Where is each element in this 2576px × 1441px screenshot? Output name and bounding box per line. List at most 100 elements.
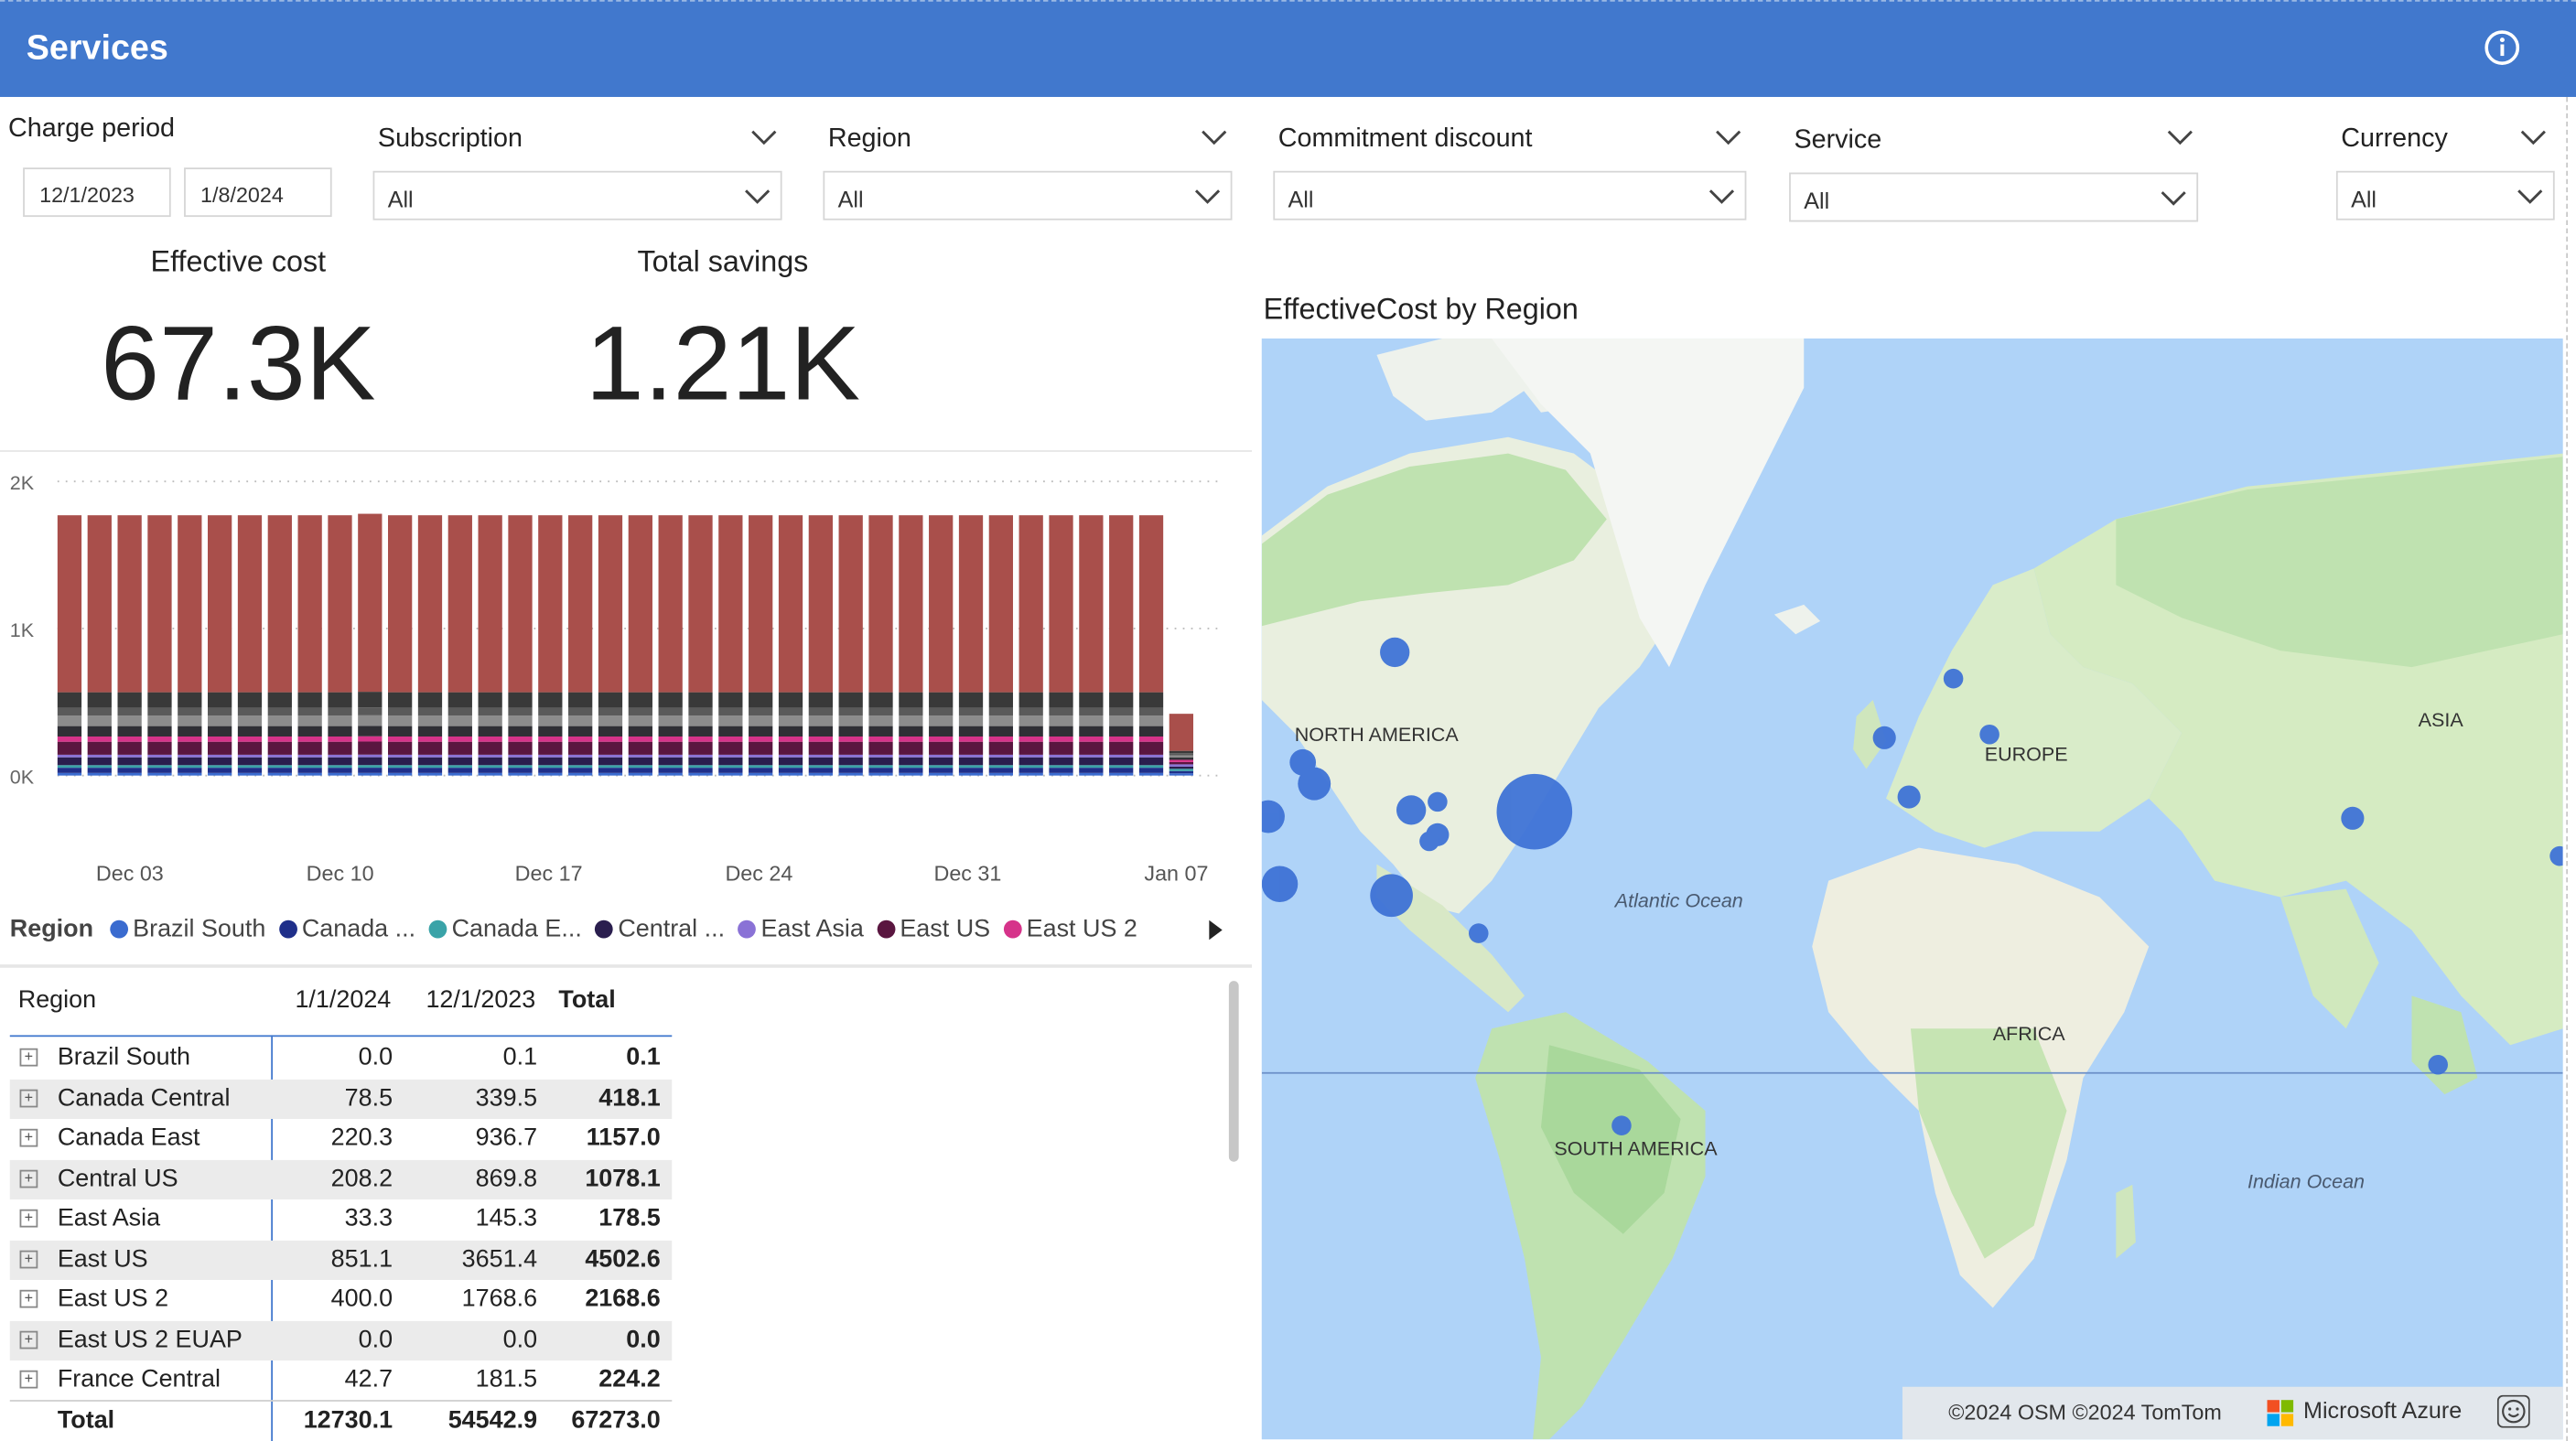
bar-segment[interactable]	[57, 772, 82, 776]
bar-segment[interactable]	[358, 692, 383, 708]
bar-segment[interactable]	[328, 715, 352, 726]
bar-segment[interactable]	[328, 736, 352, 742]
legend-item[interactable]: Brazil South	[110, 915, 265, 943]
bar-segment[interactable]	[508, 692, 533, 708]
bar-segment[interactable]	[1109, 765, 1134, 769]
bar-segment[interactable]	[147, 772, 172, 776]
bar-segment[interactable]	[868, 772, 893, 776]
bar-segment[interactable]	[208, 715, 232, 726]
bar-segment[interactable]	[929, 772, 954, 776]
bar-segment[interactable]	[147, 707, 172, 716]
bar-segment[interactable]	[988, 765, 1013, 769]
bar-segment[interactable]	[388, 768, 413, 773]
bar-segment[interactable]	[117, 757, 142, 766]
bar-segment[interactable]	[358, 768, 383, 773]
map-bubble[interactable]	[1979, 724, 1999, 745]
bar-segment[interactable]	[1019, 707, 1043, 716]
bar-segment[interactable]	[598, 754, 623, 758]
bar-segment[interactable]	[598, 757, 623, 766]
bar-segment[interactable]	[267, 772, 292, 776]
bar-segment[interactable]	[1138, 707, 1164, 716]
bar-segment[interactable]	[328, 765, 352, 769]
bar-segment[interactable]	[658, 707, 683, 716]
bar-segment[interactable]	[267, 715, 292, 726]
bar-segment[interactable]	[87, 692, 112, 708]
bar-segment[interactable]	[508, 765, 533, 769]
bar-segment[interactable]	[568, 741, 593, 755]
bar-segment[interactable]	[988, 768, 1013, 773]
bar-segment[interactable]	[178, 715, 202, 726]
bar-segment[interactable]	[508, 736, 533, 742]
bar-segment[interactable]	[658, 757, 683, 766]
bar-stack[interactable]	[538, 515, 563, 776]
bar-segment[interactable]	[1079, 736, 1104, 742]
bar-segment[interactable]	[1109, 757, 1134, 766]
bar-segment[interactable]	[267, 768, 292, 773]
bar-stack[interactable]	[178, 515, 202, 776]
bar-stack[interactable]	[628, 515, 652, 776]
bar-segment[interactable]	[147, 515, 172, 693]
bar-segment[interactable]	[1019, 754, 1043, 758]
bar-segment[interactable]	[749, 515, 773, 693]
bar-segment[interactable]	[178, 726, 202, 737]
bar-segment[interactable]	[478, 768, 502, 773]
bar-segment[interactable]	[1079, 765, 1104, 769]
bar-segment[interactable]	[1049, 768, 1073, 773]
bar-segment[interactable]	[57, 515, 82, 693]
bar-segment[interactable]	[178, 765, 202, 769]
bar-segment[interactable]	[117, 736, 142, 742]
bar-segment[interactable]	[658, 692, 683, 708]
bar-segment[interactable]	[899, 707, 923, 716]
bar-stack[interactable]	[598, 515, 623, 776]
bar-segment[interactable]	[1169, 770, 1193, 774]
bar-segment[interactable]	[538, 736, 563, 742]
bar-segment[interactable]	[447, 772, 472, 776]
bar-segment[interactable]	[87, 772, 112, 776]
bar-segment[interactable]	[808, 692, 833, 708]
bar-segment[interactable]	[478, 692, 502, 708]
bar-segment[interactable]	[508, 754, 533, 758]
bar-segment[interactable]	[538, 741, 563, 755]
legend-item[interactable]: East Asia	[738, 915, 864, 943]
bar-stack[interactable]	[87, 515, 112, 776]
bar-segment[interactable]	[87, 736, 112, 742]
bar-segment[interactable]	[117, 715, 142, 726]
bar-segment[interactable]	[358, 715, 383, 726]
bar-segment[interactable]	[417, 765, 443, 769]
bar-segment[interactable]	[447, 757, 472, 766]
subscription-dropdown[interactable]: All	[372, 170, 782, 220]
bar-segment[interactable]	[538, 754, 563, 758]
bar-segment[interactable]	[929, 757, 954, 766]
bar-stack[interactable]	[868, 515, 893, 776]
bar-segment[interactable]	[688, 707, 713, 716]
bar-segment[interactable]	[688, 741, 713, 755]
bar-stack[interactable]	[988, 515, 1013, 776]
bar-segment[interactable]	[988, 515, 1013, 693]
bar-segment[interactable]	[538, 692, 563, 708]
bar-segment[interactable]	[478, 765, 502, 769]
bar-segment[interactable]	[87, 715, 112, 726]
bar-segment[interactable]	[718, 765, 743, 769]
bar-segment[interactable]	[749, 726, 773, 737]
bar-segment[interactable]	[598, 772, 623, 776]
bar-segment[interactable]	[178, 736, 202, 742]
bar-segment[interactable]	[718, 736, 743, 742]
bar-segment[interactable]	[147, 692, 172, 708]
bar-segment[interactable]	[508, 768, 533, 773]
legend-item[interactable]: Canada ...	[278, 915, 415, 943]
bar-segment[interactable]	[868, 707, 893, 716]
bar-segment[interactable]	[899, 772, 923, 776]
bar-segment[interactable]	[808, 515, 833, 693]
bar-segment[interactable]	[929, 692, 954, 708]
map-bubble[interactable]	[1943, 668, 1964, 689]
bar-segment[interactable]	[297, 692, 322, 708]
bar-segment[interactable]	[688, 715, 713, 726]
bar-segment[interactable]	[868, 715, 893, 726]
bar-segment[interactable]	[868, 754, 893, 758]
feedback-smiley-icon[interactable]	[2496, 1394, 2530, 1428]
bar-segment[interactable]	[328, 707, 352, 716]
bar-segment[interactable]	[478, 707, 502, 716]
expand-icon[interactable]: +	[19, 1209, 38, 1228]
bar-segment[interactable]	[718, 757, 743, 766]
bar-segment[interactable]	[237, 754, 263, 758]
